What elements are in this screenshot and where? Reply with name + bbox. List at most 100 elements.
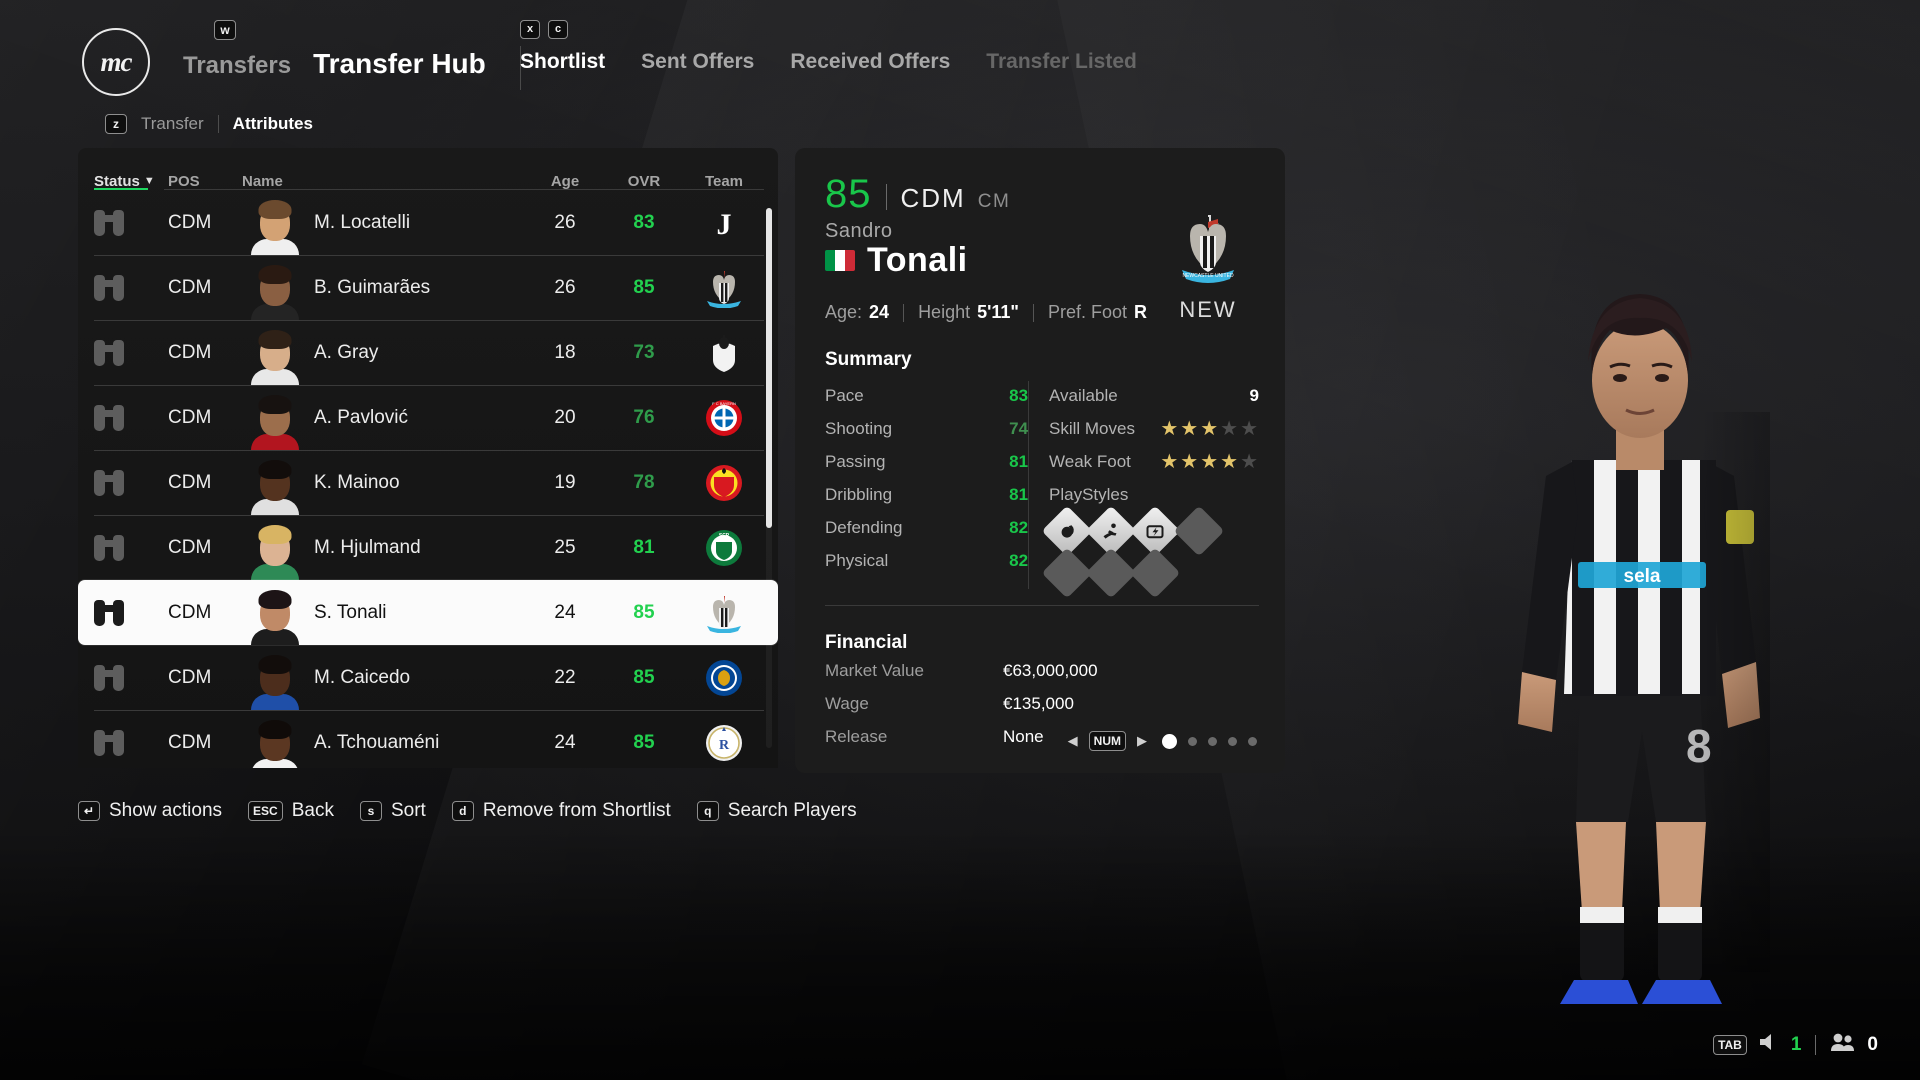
key-num: NUM [1088, 731, 1126, 751]
action-hint[interactable]: q Search Players [696, 800, 857, 822]
subtab-attributes[interactable]: Attributes [233, 114, 313, 134]
row-position: CDM [168, 276, 212, 298]
row-player-name: K. Mainoo [314, 471, 400, 493]
table-row-selected[interactable]: CDM S. Tonali 24 85 [78, 580, 778, 645]
financial-value: None [1003, 726, 1044, 746]
summary-stat-value: 81 [1009, 484, 1029, 504]
app-logo-text: mc [100, 46, 133, 77]
empty-slot-icon [1041, 547, 1093, 599]
status-divider [1815, 1035, 1817, 1055]
action-hint[interactable]: ESC Back [248, 800, 334, 822]
table-row[interactable]: CDM A. Tchouaméni 24 85 R [78, 710, 778, 768]
star-icon: ★ [1220, 450, 1240, 473]
primary-nav: Transfers Transfer Hub [183, 46, 533, 92]
row-team-crest: SCP [684, 528, 764, 568]
key-tab: TAB [1713, 1035, 1747, 1055]
tab-received-offers[interactable]: Received Offers [790, 50, 950, 74]
action-key: ESC [248, 801, 283, 821]
star-icon: ★ [1200, 450, 1220, 473]
detail-position: CDM [900, 183, 966, 213]
pager-dot[interactable] [1162, 733, 1177, 749]
online-players-value: 0 [1867, 1034, 1878, 1055]
svg-text:SCP: SCP [719, 533, 730, 539]
row-status-cell [94, 404, 168, 431]
svg-text:F C BAYERN: F C BAYERN [712, 401, 736, 406]
nav-item-transfer-hub[interactable]: Transfer Hub [313, 48, 486, 80]
summary-stat-label: Pace [825, 385, 864, 405]
player-detail-card: 85 CDM CM Sandro Tonali Age: 24 Height 5… [795, 148, 1285, 773]
pager-right-arrow[interactable]: ▶ [1137, 733, 1147, 749]
row-status-cell [94, 599, 168, 626]
player-portrait [242, 190, 308, 255]
player-portrait [242, 450, 308, 515]
row-position: CDM [168, 731, 212, 753]
table-row[interactable]: CDM K. Mainoo 19 78 [78, 450, 778, 515]
bio-divider-1 [903, 303, 905, 322]
tab-transfer-listed[interactable]: Transfer Listed [986, 50, 1137, 74]
key-hint-transfers: w [214, 20, 236, 40]
action-hint[interactable]: s Sort [359, 800, 426, 822]
financial-label: Release [825, 726, 888, 746]
list-scrollbar-thumb[interactable] [766, 208, 772, 528]
binoculars-icon [94, 664, 124, 691]
pager-left-arrow[interactable]: ◀ [1068, 733, 1078, 749]
column-header-team[interactable]: Team [684, 173, 764, 190]
row-position: CDM [168, 601, 212, 623]
column-header-pos[interactable]: POS [168, 173, 242, 190]
action-key: d [451, 801, 474, 821]
star-icon: ★ [1180, 417, 1200, 440]
detail-available-value: 9 [1249, 385, 1259, 405]
binoculars-icon [94, 534, 124, 561]
row-status-cell [94, 534, 168, 561]
pager-dot[interactable] [1248, 736, 1257, 746]
action-hint[interactable]: ↵ Show actions [78, 800, 222, 822]
financial-value: €135,000 [1003, 693, 1074, 713]
table-row[interactable]: CDM B. Guimarães 26 85 [78, 255, 778, 320]
row-ovr: 83 [633, 211, 655, 233]
row-ovr: 85 [633, 731, 655, 753]
empty-slot-icon [1129, 547, 1181, 599]
nav-item-transfers[interactable]: Transfers [183, 52, 291, 80]
column-header-name[interactable]: Name [242, 173, 526, 190]
action-key: q [696, 801, 719, 821]
financial-row: Wage €135,000 [825, 687, 1259, 720]
summary-column-divider [1028, 381, 1029, 589]
table-row[interactable]: CDM M. Hjulmand 25 81 SCP [78, 515, 778, 580]
detail-last-name: Tonali [867, 241, 968, 279]
key-c: c [548, 20, 568, 39]
action-hint-bar: ↵ Show actions ESC Back s Sort d Remove fro… [78, 800, 857, 822]
pager-dot[interactable] [1208, 736, 1217, 746]
star-icon: ★ [1180, 450, 1200, 473]
table-row[interactable]: CDM A. Pavlović 20 76 F C BAYERN [78, 385, 778, 450]
table-row[interactable]: CDM M. Caicedo 22 85 [78, 645, 778, 710]
star-icon: ★ [1220, 417, 1240, 440]
action-key: ↵ [78, 801, 100, 821]
detail-height-label: Height [918, 302, 971, 322]
row-ovr: 85 [633, 666, 655, 688]
row-player-name: A. Gray [314, 341, 379, 363]
key-x: x [520, 20, 540, 39]
row-age: 18 [554, 341, 576, 363]
pager-dot[interactable] [1188, 736, 1197, 746]
binoculars-icon [94, 209, 124, 236]
player-portrait [242, 320, 308, 385]
column-header-age[interactable]: Age [526, 173, 604, 190]
app-logo: mc [82, 28, 150, 96]
tab-sent-offers[interactable]: Sent Offers [641, 50, 754, 74]
binoculars-icon [94, 274, 124, 301]
column-header-ovr[interactable]: OVR [604, 173, 684, 190]
sub-tab-bar: z Transfer Attributes [105, 114, 313, 134]
table-row[interactable]: CDM M. Locatelli 26 83 J [78, 190, 778, 255]
binoculars-icon [94, 599, 124, 626]
subtab-transfer[interactable]: Transfer [141, 114, 204, 134]
pager-dot[interactable] [1228, 736, 1237, 746]
tab-shortlist[interactable]: Shortlist [520, 50, 605, 74]
sort-descending-icon: ▼ [143, 174, 155, 187]
star-icon: ★ [1240, 417, 1259, 440]
table-row[interactable]: CDM A. Gray 18 73 [78, 320, 778, 385]
player-portrait [242, 710, 308, 768]
summary-stat-value: 81 [1009, 451, 1029, 471]
star-icon: ★ [1160, 417, 1180, 440]
action-hint[interactable]: d Remove from Shortlist [451, 800, 671, 822]
row-ovr: 81 [633, 536, 655, 558]
